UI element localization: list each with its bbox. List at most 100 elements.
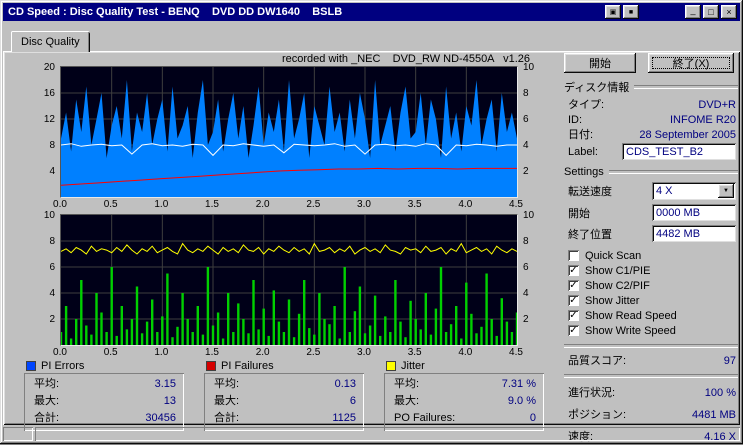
- stat-value: 3.15: [155, 377, 176, 392]
- checkbox-show-c1-pie[interactable]: ✓Show C1/PIE: [568, 263, 738, 278]
- stat-group-title: Jitter: [401, 360, 425, 372]
- stat-value: 13: [164, 394, 176, 409]
- x-axis-tick: 1.5: [199, 347, 225, 358]
- x-axis-tick: 4.5: [503, 347, 529, 358]
- checkbox-show-jitter[interactable]: ✓Show Jitter: [568, 293, 738, 308]
- disc-info-value[interactable]: CDS_TEST_B2: [622, 143, 736, 160]
- checkbox-label: Quick Scan: [585, 250, 641, 262]
- titlebar-tool-2-icon[interactable]: ■: [623, 5, 639, 19]
- progress-label: 進行状況:: [568, 386, 615, 400]
- stat-group-title: PI Errors: [41, 360, 84, 372]
- checkbox-show-write-speed[interactable]: ✓ Show Write Speed: [568, 323, 738, 338]
- left-axis-labels: 20161284: [36, 67, 58, 197]
- speed-select-row: 転送速度 4 X ▼: [568, 182, 736, 200]
- x-axis-tick: 0.0: [47, 347, 73, 358]
- checkbox-box-icon[interactable]: ✓: [568, 280, 579, 291]
- x-axis-tick: 4.0: [452, 199, 478, 210]
- checkbox-box-icon[interactable]: ✓: [568, 295, 579, 306]
- stat-label: 最大:: [214, 394, 239, 409]
- x-axis-tick: 2.0: [250, 199, 276, 210]
- end-position-field[interactable]: 4482 MB: [652, 225, 736, 242]
- disc-info-value: INFOME R20: [670, 113, 736, 127]
- y-axis-tick-right: 4: [523, 140, 529, 151]
- checkbox-label: Show Write Speed: [585, 325, 676, 337]
- status-pane-small: [3, 427, 33, 441]
- stat-box: 平均:0.13最大:6合計:1125: [204, 373, 364, 431]
- y-axis-tick-left: 12: [44, 114, 55, 125]
- section-divider: [609, 170, 738, 174]
- plot-area: [60, 66, 518, 198]
- statistics-panels: PI Errors 平均: 3.15 最大: 13合計:30456 PI Failures…: [24, 360, 544, 431]
- disc-info-label: Label:: [568, 145, 598, 159]
- window-title: CD Speed : Disc Quality Test - BENQ DVD …: [8, 6, 342, 18]
- checkbox-show-read-speed[interactable]: ✓Show Read Speed: [568, 308, 738, 323]
- stat-label: 平均:: [394, 377, 419, 392]
- start-button[interactable]: 開始: [564, 53, 636, 73]
- close-icon: ×: [726, 8, 731, 17]
- start-position-field[interactable]: 0000 MB: [652, 204, 736, 221]
- speed-label: 転送速度: [568, 183, 612, 199]
- y-axis-tick-left: 4: [49, 288, 55, 299]
- y-axis-tick-left: 2: [49, 314, 55, 325]
- stat-group-jitter: Jitter平均:7.31 %最大:9.0 %PO Failures:0: [384, 360, 544, 431]
- tab-disc-quality[interactable]: Disc Quality: [11, 31, 90, 52]
- disc-info-row-2: 日付:28 September 2005: [568, 128, 736, 142]
- y-axis-tick-left: 8: [49, 236, 55, 247]
- disc-info-label: ID:: [568, 113, 582, 127]
- stat-group-pi-failures: PI Failures平均:0.13最大:6合計:1125: [204, 360, 364, 431]
- stat-group-title: PI Failures: [221, 360, 274, 372]
- y-axis-tick-right: 8: [523, 236, 529, 247]
- x-axis-tick: 3.0: [351, 199, 377, 210]
- stat-label: PO Failures:: [394, 411, 455, 426]
- progress-row-0: 進行状況:100 %: [568, 386, 736, 400]
- stat-legend-row: Jitter: [386, 360, 544, 371]
- quality-score-label: 品質スコア:: [568, 354, 626, 368]
- checkbox-show-c2-pif[interactable]: ✓Show C2/PIF: [568, 278, 738, 293]
- minimize-button[interactable]: _: [685, 5, 701, 19]
- titlebar[interactable]: CD Speed : Disc Quality Test - BENQ DVD …: [3, 3, 740, 21]
- checkbox-box-icon[interactable]: [568, 250, 579, 261]
- settings-section-header: Settings: [564, 166, 738, 178]
- checkbox-box-icon[interactable]: ✓: [568, 310, 579, 321]
- disc-info-value: 28 September 2005: [639, 128, 736, 142]
- titlebar-tool-1-icon[interactable]: ▣: [605, 5, 621, 19]
- right-axis-labels: 108642: [520, 215, 544, 345]
- disc-info-section-title: ディスク情報: [564, 79, 629, 95]
- x-axis-tick: 2.5: [300, 199, 326, 210]
- close-button[interactable]: ×: [721, 5, 737, 19]
- end-position-row: 終了位置 4482 MB: [568, 225, 736, 242]
- disc-info-row-3: Label: CDS_TEST_B2: [568, 143, 736, 160]
- disc-info-rows: タイプ:DVD+RID: INFOME R20日付:28 September 20…: [564, 98, 738, 160]
- quality-score-row: 品質スコア: 97: [568, 354, 736, 368]
- disc-info-row-0: タイプ:DVD+R: [568, 98, 736, 112]
- maximize-icon: □: [708, 8, 713, 17]
- checkbox-quick-scan[interactable]: Quick Scan: [568, 248, 738, 263]
- right-axis-labels: 108642: [520, 67, 544, 197]
- x-axis-tick: 0.5: [98, 347, 124, 358]
- left-axis-labels: 108642: [36, 215, 58, 345]
- y-axis-tick-right: 10: [523, 210, 534, 221]
- maximize-button[interactable]: □: [703, 5, 719, 19]
- y-axis-tick-left: 8: [49, 140, 55, 151]
- x-axis-tick: 2.5: [300, 347, 326, 358]
- stat-row: PO Failures: 0: [384, 410, 544, 427]
- exit-button[interactable]: 終了(X): [648, 53, 734, 73]
- y-axis-tick-right: 2: [523, 166, 529, 177]
- stat-label: 平均:: [214, 377, 239, 392]
- progress-label: ポジション:: [568, 408, 626, 422]
- stat-row: 合計:30456: [24, 410, 184, 427]
- x-axis-tick: 4.5: [503, 199, 529, 210]
- checkbox-box-icon[interactable]: ✓: [568, 265, 579, 276]
- y-axis-tick-left: 6: [49, 262, 55, 273]
- stat-value: 0: [530, 411, 536, 426]
- speed-combobox[interactable]: 4 X ▼: [652, 182, 736, 200]
- chevron-down-icon[interactable]: ▼: [718, 184, 734, 198]
- x-axis-tick: 3.5: [402, 347, 428, 358]
- show-options-checkboxes: Quick Scan✓Show C1/PIE✓Show C2/PIF✓Show …: [564, 248, 738, 338]
- checkbox-box-icon[interactable]: ✓: [568, 325, 579, 336]
- y-axis-tick-right: 6: [523, 114, 529, 125]
- x-axis-labels: 0.00.51.01.52.02.53.03.54.04.5: [60, 199, 518, 212]
- stat-value: 7.31 %: [502, 377, 536, 392]
- y-axis-tick-right: 10: [523, 62, 534, 73]
- disc-info-value: DVD+R: [698, 98, 736, 112]
